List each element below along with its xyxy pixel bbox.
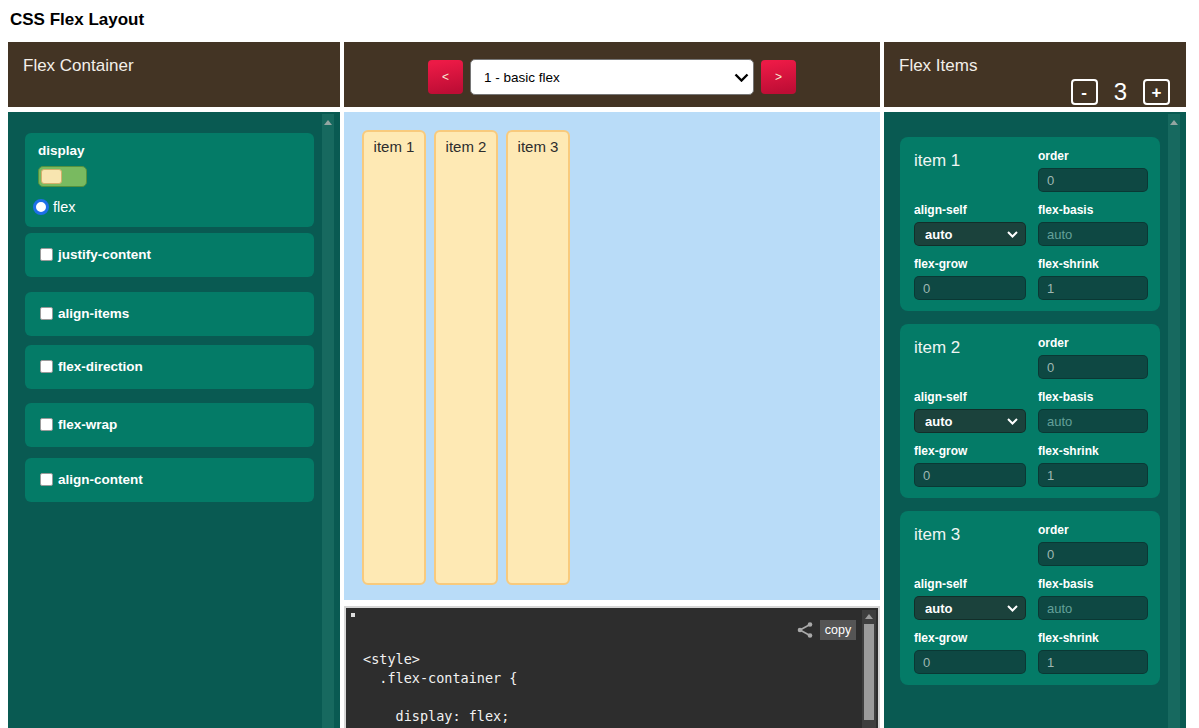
item-3-title: item 3 <box>914 523 1026 566</box>
align-items-label: align-items <box>58 306 129 321</box>
scenario-header: < 1 - basic flex > <box>344 42 880 107</box>
item-2-card: item 2 order align-self auto flex-basis … <box>900 324 1160 498</box>
flex-basis-label: flex-basis <box>1038 390 1148 404</box>
item-1-card: item 1 order align-self auto flex-basis … <box>900 137 1160 311</box>
preview-item: item 1 <box>362 130 426 585</box>
flex-basis-input[interactable] <box>1038 222 1148 246</box>
align-self-label: align-self <box>914 577 1026 591</box>
align-self-select[interactable]: auto <box>914 409 1026 433</box>
prev-scenario-button[interactable]: < <box>428 60 463 94</box>
flex-items-body: item 1 order align-self auto flex-basis … <box>884 112 1186 728</box>
item-count: 3 <box>1114 78 1127 106</box>
flex-container-header: Flex Container <box>8 42 340 107</box>
code-line: .flex-container { <box>363 669 878 688</box>
justify-content-card: justify-content <box>25 233 314 277</box>
flex-basis-input[interactable] <box>1038 596 1148 620</box>
flex-shrink-input[interactable] <box>1038 276 1148 300</box>
flex-shrink-input[interactable] <box>1038 463 1148 487</box>
flex-container-body: display flex justify-content align-items… <box>8 112 340 728</box>
flex-direction-label: flex-direction <box>58 359 143 374</box>
flex-shrink-label: flex-shrink <box>1038 631 1148 645</box>
justify-content-label: justify-content <box>58 247 151 262</box>
flex-grow-input[interactable] <box>914 463 1026 487</box>
align-self-select[interactable]: auto <box>914 222 1026 246</box>
item-1-title: item 1 <box>914 149 1026 192</box>
left-panel-scrollbar[interactable] <box>322 114 334 728</box>
display-toggle[interactable] <box>38 166 87 187</box>
align-content-label: align-content <box>58 472 143 487</box>
justify-content-checkbox[interactable] <box>40 248 53 261</box>
flex-radio[interactable] <box>33 199 49 215</box>
align-self-label: align-self <box>914 203 1026 217</box>
flex-shrink-label: flex-shrink <box>1038 257 1148 271</box>
toggle-knob-icon <box>41 169 62 184</box>
order-label: order <box>1038 523 1148 537</box>
flex-basis-input[interactable] <box>1038 409 1148 433</box>
flex-container-title: Flex Container <box>23 56 134 76</box>
flex-grow-label: flex-grow <box>914 257 1026 271</box>
align-items-checkbox[interactable] <box>40 307 53 320</box>
caret-dot <box>351 613 355 617</box>
scroll-up-icon <box>324 120 332 125</box>
flex-direction-card: flex-direction <box>25 345 314 389</box>
code-scrollbar-thumb[interactable] <box>864 624 874 720</box>
code-line <box>363 688 878 707</box>
next-scenario-button[interactable]: > <box>761 60 796 94</box>
order-input[interactable] <box>1038 355 1148 379</box>
align-content-card: align-content <box>25 458 314 502</box>
flex-preview-container: item 1 item 2 item 3 <box>344 112 880 600</box>
flex-grow-label: flex-grow <box>914 444 1026 458</box>
flex-basis-label: flex-basis <box>1038 577 1148 591</box>
scenario-select[interactable]: 1 - basic flex <box>470 59 754 95</box>
order-input[interactable] <box>1038 542 1148 566</box>
align-self-label: align-self <box>914 390 1026 404</box>
preview-item: item 3 <box>506 130 570 585</box>
flex-items-header: Flex Items - 3 + <box>884 42 1186 107</box>
flex-wrap-checkbox[interactable] <box>40 418 53 431</box>
flex-shrink-input[interactable] <box>1038 650 1148 674</box>
align-self-select[interactable]: auto <box>914 596 1026 620</box>
remove-item-button[interactable]: - <box>1071 79 1098 105</box>
display-label: display <box>38 143 85 158</box>
flex-direction-checkbox[interactable] <box>40 360 53 373</box>
right-panel-scrollbar[interactable] <box>1168 114 1180 728</box>
item-2-title: item 2 <box>914 336 1026 379</box>
flex-wrap-label: flex-wrap <box>58 417 117 432</box>
item-3-card: item 3 order align-self auto flex-basis … <box>900 511 1160 685</box>
preview-item: item 2 <box>434 130 498 585</box>
page-title: CSS Flex Layout <box>10 10 144 30</box>
order-input[interactable] <box>1038 168 1148 192</box>
flex-basis-label: flex-basis <box>1038 203 1148 217</box>
flex-grow-label: flex-grow <box>914 631 1026 645</box>
flex-grow-input[interactable] <box>914 650 1026 674</box>
flex-grow-input[interactable] <box>914 276 1026 300</box>
flex-items-title: Flex Items <box>899 56 977 76</box>
copy-button[interactable]: copy <box>820 620 856 640</box>
share-icon[interactable] <box>796 621 814 639</box>
add-item-button[interactable]: + <box>1143 79 1170 105</box>
display-card: display flex <box>25 133 314 227</box>
align-items-card: align-items <box>25 292 314 336</box>
code-line: <style> <box>363 650 878 669</box>
scroll-up-icon <box>1170 120 1178 125</box>
flex-shrink-label: flex-shrink <box>1038 444 1148 458</box>
flex-wrap-card: flex-wrap <box>25 403 314 447</box>
code-panel: <style> .flex-container { display: flex;… <box>344 606 880 728</box>
scroll-up-icon <box>865 614 873 619</box>
code-scrollbar[interactable] <box>862 610 876 728</box>
code-line: display: flex; <box>363 707 878 726</box>
flex-radio-label: flex <box>53 199 76 215</box>
align-content-checkbox[interactable] <box>40 473 53 486</box>
order-label: order <box>1038 149 1148 163</box>
order-label: order <box>1038 336 1148 350</box>
